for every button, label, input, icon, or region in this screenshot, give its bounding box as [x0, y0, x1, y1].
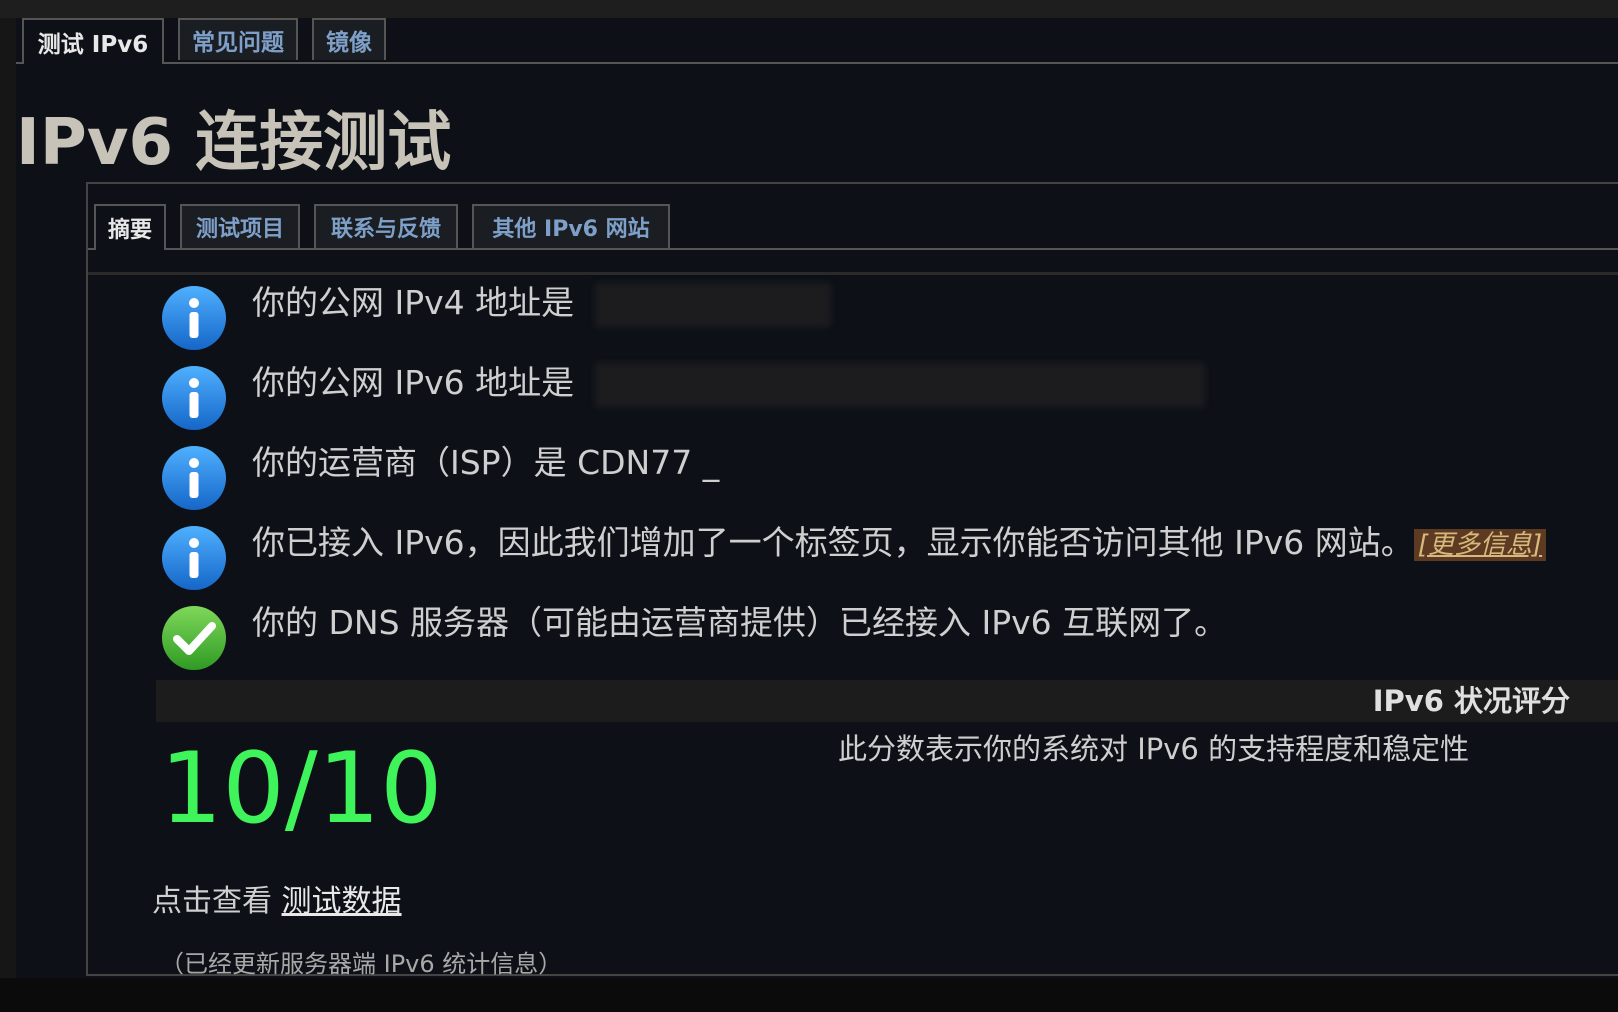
score-heading: IPv6 状况评分: [1372, 684, 1570, 718]
tab-mirrors[interactable]: 镜像: [312, 18, 386, 60]
main-tab-bar: 测试 IPv6 常见问题 镜像: [16, 18, 1618, 64]
tab-test-items[interactable]: 测试项目: [180, 204, 300, 248]
tab-test-ipv6[interactable]: 测试 IPv6: [22, 18, 164, 64]
updated-note: （已经更新服务器端 IPv6 统计信息）: [160, 950, 563, 978]
check-icon: [160, 604, 228, 672]
page-title: IPv6 连接测试: [16, 106, 452, 180]
summary-panel: 摘要 测试项目 联系与反馈 其他 IPv6 网站 你的公网 IPv4 地址是 你…: [86, 182, 1618, 978]
info-icon: [160, 444, 228, 512]
info-icon: [160, 284, 228, 352]
test-data-line: 点击查看 测试数据: [152, 876, 402, 920]
info-icon: [160, 364, 228, 432]
ipv4-address-message: 你的公网 IPv4 地址是: [252, 280, 831, 327]
ipv6-address-redacted: [594, 362, 1205, 407]
click-prefix: 点击查看: [152, 884, 272, 919]
message-text: 你的运营商（ISP）是 CDN77 _: [252, 443, 720, 482]
top-band: [0, 0, 1618, 18]
left-band: [0, 18, 16, 1012]
score-value: 10/10: [160, 732, 443, 846]
test-data-link[interactable]: 测试数据: [282, 884, 402, 919]
message-text: 你的 DNS 服务器（可能由运营商提供）已经接入 IPv6 互联网了。: [252, 603, 1228, 642]
more-info-link[interactable]: [更多信息]: [1413, 528, 1547, 561]
tab-contact-feedback[interactable]: 联系与反馈: [314, 204, 458, 248]
tab-faq[interactable]: 常见问题: [178, 18, 298, 60]
isp-message: 你的运营商（ISP）是 CDN77 _: [252, 440, 719, 486]
ipv4-address-redacted: [594, 282, 831, 327]
message-text: 你的公网 IPv4 地址是: [252, 283, 575, 322]
score-header-bar: IPv6 状况评分: [156, 680, 1618, 722]
tab-other-ipv6-sites[interactable]: 其他 IPv6 网站: [472, 204, 670, 248]
bottom-band: [0, 978, 1618, 1012]
info-icon: [160, 524, 228, 592]
divider: [88, 272, 1618, 275]
ipv6-tab-added-message: 你已接入 IPv6，因此我们增加了一个标签页，显示你能否访问其他 IPv6 网站…: [252, 520, 1547, 566]
message-text: 你的公网 IPv6 地址是: [252, 363, 575, 402]
tab-summary[interactable]: 摘要: [94, 204, 166, 250]
message-text: 你已接入 IPv6，因此我们增加了一个标签页，显示你能否访问其他 IPv6 网站…: [252, 523, 1414, 562]
ipv6-address-message: 你的公网 IPv6 地址是: [252, 360, 1205, 407]
score-description: 此分数表示你的系统对 IPv6 的支持程度和稳定性: [838, 732, 1470, 766]
sub-tab-bar: 摘要 测试项目 联系与反馈 其他 IPv6 网站: [88, 184, 1618, 250]
dns-message: 你的 DNS 服务器（可能由运营商提供）已经接入 IPv6 互联网了。: [252, 600, 1227, 646]
